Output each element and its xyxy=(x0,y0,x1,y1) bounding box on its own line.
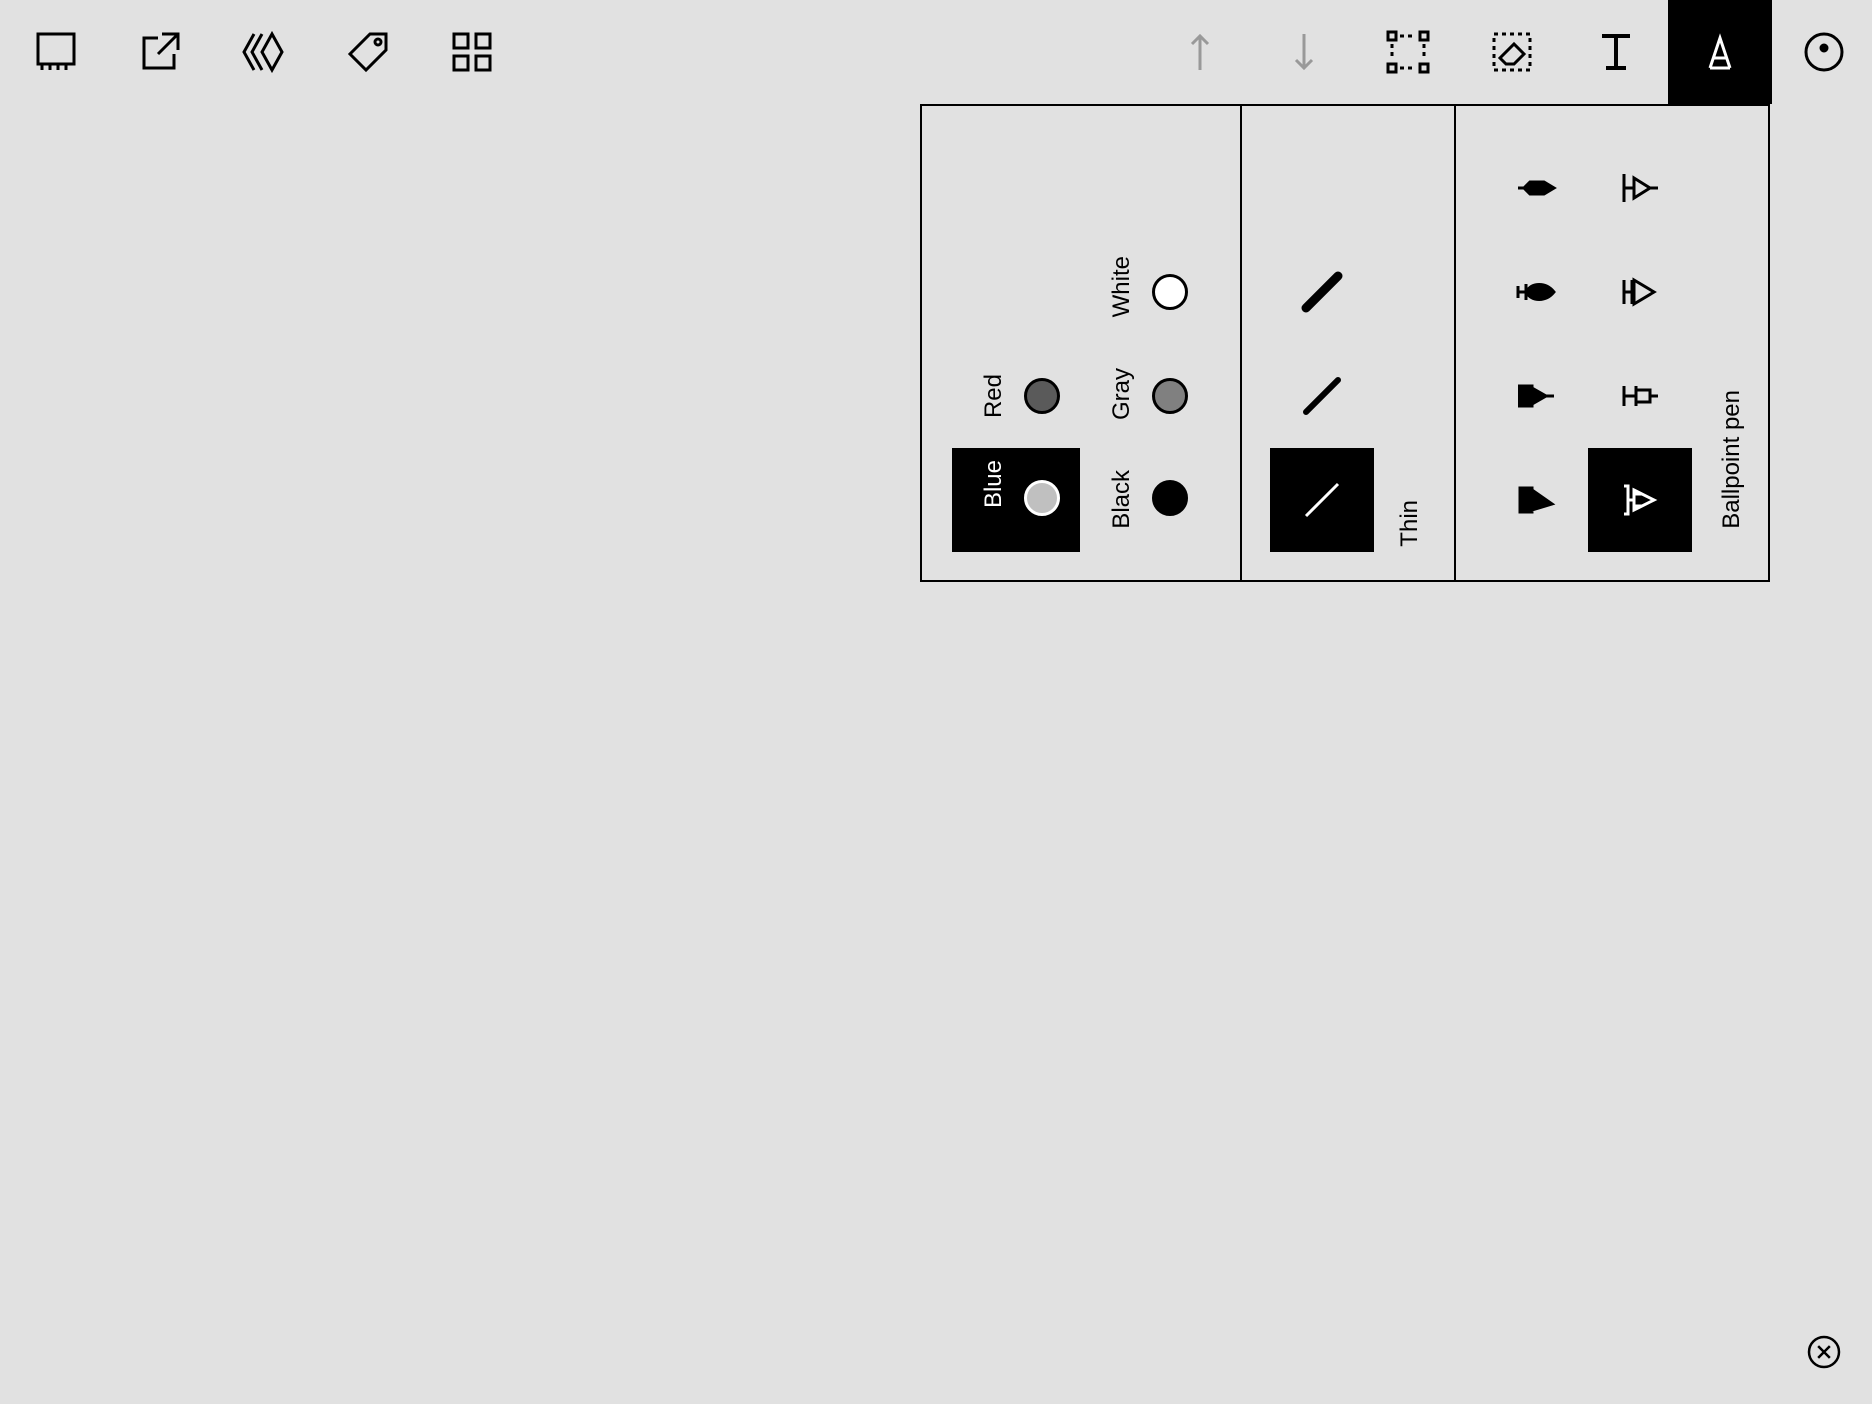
highlighter-button[interactable] xyxy=(1588,344,1692,448)
pen-tool-label: Ballpoint pen xyxy=(1718,390,1745,529)
selection-icon xyxy=(1386,30,1430,74)
thick-line-icon xyxy=(1301,271,1343,313)
close-button[interactable] xyxy=(1800,1328,1848,1376)
redo-icon xyxy=(1294,34,1314,71)
calligraphy-pen-button[interactable] xyxy=(1484,448,1588,552)
grid-button[interactable] xyxy=(420,0,524,104)
color-swatch-black[interactable] xyxy=(1152,480,1188,516)
pen-settings-panel: Blue Red Black Gray White Thin Ballpoint… xyxy=(920,104,1770,582)
thickness-thick-button[interactable] xyxy=(1270,240,1374,344)
color-swatch-white[interactable] xyxy=(1152,274,1188,310)
thickness-label: Thin xyxy=(1396,500,1423,547)
undo-button[interactable] xyxy=(1148,0,1252,104)
highlighter-icon xyxy=(1622,386,1658,406)
paintbrush-icon xyxy=(1516,283,1556,301)
thickness-thin-button[interactable] xyxy=(1270,448,1374,552)
selected-color-highlight xyxy=(952,448,1080,552)
panel-divider xyxy=(1454,106,1456,580)
ballpoint-pen-button[interactable] xyxy=(1588,448,1692,552)
fineliner-pen-button[interactable] xyxy=(1484,136,1588,240)
calligraphy-pen-icon xyxy=(1518,486,1556,514)
tag-button[interactable] xyxy=(316,0,420,104)
mechanical-pencil-icon xyxy=(1622,174,1658,202)
color-swatch-gray[interactable] xyxy=(1152,378,1188,414)
pen-tool-button[interactable] xyxy=(1668,0,1772,104)
medium-line-icon xyxy=(1303,377,1341,415)
marker-icon xyxy=(1518,384,1554,408)
color-label-red: Red xyxy=(980,374,1007,419)
selection-button[interactable] xyxy=(1356,0,1460,104)
pen-tool-icon xyxy=(1708,33,1732,70)
export-icon xyxy=(142,32,180,70)
color-label-blue: Blue xyxy=(980,460,1007,509)
close-circle-icon xyxy=(1807,1335,1841,1369)
eraser-icon xyxy=(1492,32,1532,72)
marker-button[interactable] xyxy=(1484,344,1588,448)
mechanical-pencil-button[interactable] xyxy=(1588,136,1692,240)
eraser-button[interactable] xyxy=(1460,0,1564,104)
panel-divider xyxy=(1240,106,1242,580)
undo-icon xyxy=(1190,33,1210,70)
notebook-button[interactable] xyxy=(4,0,108,104)
notebook-icon xyxy=(36,32,76,70)
grid-icon xyxy=(452,32,492,72)
color-swatch-red[interactable] xyxy=(1024,378,1060,414)
color-label-black: Black xyxy=(1108,470,1135,529)
color-swatch-blue[interactable] xyxy=(1024,480,1060,516)
circle-menu-icon xyxy=(1804,32,1844,72)
thickness-medium-button[interactable] xyxy=(1270,344,1374,448)
color-label-gray: Gray xyxy=(1108,368,1135,421)
pencil-icon xyxy=(1622,277,1657,307)
layers-button[interactable] xyxy=(212,0,316,104)
pencil-button[interactable] xyxy=(1588,240,1692,344)
layers-icon xyxy=(242,30,284,74)
tag-icon xyxy=(347,32,388,73)
thin-line-icon xyxy=(1304,482,1340,518)
ballpoint-pen-icon xyxy=(1624,484,1658,516)
circle-menu-button[interactable] xyxy=(1772,0,1872,104)
export-button[interactable] xyxy=(108,0,212,104)
text-icon xyxy=(1602,34,1630,70)
text-button[interactable] xyxy=(1564,0,1668,104)
paintbrush-button[interactable] xyxy=(1484,240,1588,344)
fineliner-pen-icon xyxy=(1518,180,1557,196)
redo-button[interactable] xyxy=(1252,0,1356,104)
color-label-white: White xyxy=(1108,256,1135,318)
